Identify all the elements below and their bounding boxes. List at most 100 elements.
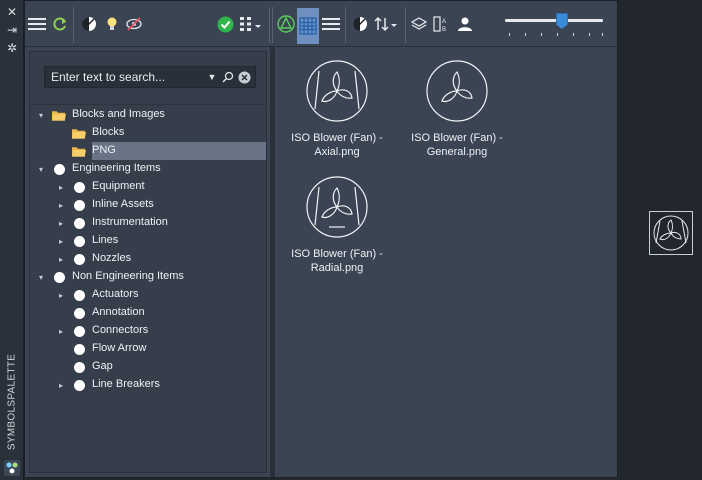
thumbnail-label-line1: ISO Blower (Fan) - [411, 132, 503, 144]
contrast-icon[interactable] [79, 13, 99, 35]
tree-item[interactable]: Annotation [30, 304, 266, 322]
tree-item[interactable]: ▾ Engineering Items [30, 160, 266, 178]
folder-icon [72, 144, 86, 158]
app-icon[interactable] [4, 460, 20, 476]
tree-item[interactable]: ▸ Equipment [30, 178, 266, 196]
tree-item[interactable]: Flow Arrow [30, 340, 266, 358]
node-dot-icon [72, 198, 86, 212]
tree-item-label: Lines [92, 234, 119, 246]
toolbar-separator [405, 7, 406, 43]
text-format-icon[interactable]: AB [432, 13, 452, 35]
bulb-icon[interactable] [102, 13, 122, 35]
tree-item[interactable]: ▾ Non Engineering Items [30, 268, 266, 286]
toolbar: AB [25, 1, 617, 47]
node-dot-icon [72, 378, 86, 392]
hide-eye-icon[interactable] [124, 13, 144, 35]
tree-item-label: Flow Arrow [92, 342, 147, 354]
symbol-thumbnail[interactable]: ISO Blower (Fan) - Radial.png [277, 175, 397, 275]
toolbar-separator [73, 7, 74, 43]
search-input[interactable] [51, 67, 201, 87]
settings-icon[interactable]: ✲ [4, 40, 20, 56]
node-dot-icon [72, 360, 86, 374]
left-rail: ✕ ⇥ ✲ SYMBOLSPALETTE [0, 0, 24, 480]
thumbnail-label-line2: General.png [426, 146, 488, 158]
slider-tick [589, 33, 590, 36]
palette-title: SYMBOLSPALETTE [6, 353, 18, 451]
thumbnail-label: ISO Blower (Fan) - General.png [397, 131, 517, 159]
tree-item[interactable]: ▸ Nozzles [30, 250, 266, 268]
layers-icon[interactable] [409, 13, 429, 35]
collapse-caret-icon[interactable]: ▸ [56, 250, 66, 268]
tree-filter-icon[interactable] [276, 13, 296, 35]
thumbnail-label-line1: ISO Blower (Fan) - [291, 132, 383, 144]
folder-icon [52, 108, 66, 122]
slider-tick [509, 33, 510, 36]
node-dot-icon [72, 342, 86, 356]
menu-icon[interactable] [27, 13, 47, 35]
thumbnail-label-line2: Radial.png [310, 262, 364, 274]
node-dot-icon [52, 270, 66, 284]
thumbnail-size-slider[interactable] [505, 13, 605, 37]
tree-item[interactable]: PNG [72, 142, 266, 160]
node-dot-icon [72, 234, 86, 248]
tree-item[interactable]: ▸ Lines [30, 232, 266, 250]
collapse-caret-icon[interactable]: ▸ [56, 196, 66, 214]
collapse-caret-icon[interactable]: ▸ [56, 376, 66, 394]
search-box: ▼ [44, 66, 256, 88]
tree-item[interactable]: Gap [30, 358, 266, 376]
collapse-icon[interactable]: ⇥ [4, 22, 20, 38]
grid-dropdown-icon[interactable] [238, 13, 264, 35]
list-view-icon[interactable] [321, 13, 341, 35]
thumbnail-label-line2: Axial.png [314, 146, 360, 158]
tree-item-label: Nozzles [92, 252, 132, 264]
tree-item-label: Annotation [92, 306, 145, 318]
tree-item[interactable]: ▸ Actuators [30, 286, 266, 304]
slider-tick [525, 33, 526, 36]
collapse-caret-icon[interactable]: ▸ [56, 232, 66, 250]
tree-item-label: Equipment [92, 180, 145, 192]
tree-item-label: Gap [92, 360, 113, 372]
check-icon[interactable] [215, 13, 235, 35]
tree-item[interactable]: ▸ Instrumentation [30, 214, 266, 232]
refresh-icon[interactable] [50, 13, 70, 35]
search-icon[interactable] [221, 70, 235, 84]
node-dot-icon [72, 288, 86, 302]
sort-icon[interactable] [373, 13, 399, 35]
slider-thumb[interactable] [555, 13, 568, 29]
tree-item-label: Inline Assets [92, 198, 154, 210]
user-icon[interactable] [455, 13, 475, 35]
symbol-thumbnail[interactable]: ISO Blower (Fan) - General.png [397, 59, 517, 159]
collapse-caret-icon[interactable]: ▸ [56, 286, 66, 304]
panel-splitter[interactable] [270, 47, 275, 477]
thumbnail-label-line1: ISO Blower (Fan) - [291, 248, 383, 260]
collapse-caret-icon[interactable]: ▸ [56, 214, 66, 232]
collapse-caret-icon[interactable]: ▸ [56, 322, 66, 340]
node-dot-icon [72, 306, 86, 320]
collapse-caret-icon[interactable]: ▸ [56, 178, 66, 196]
tree-item-label: Non Engineering Items [72, 270, 184, 282]
dropdown-arrow-icon[interactable]: ▼ [205, 70, 219, 84]
node-dot-icon [72, 252, 86, 266]
node-dot-icon [52, 162, 66, 176]
expand-caret-icon[interactable]: ▾ [36, 106, 46, 124]
fan-radial-icon [277, 175, 397, 239]
tree-item-label: Connectors [92, 324, 149, 336]
symbol-thumbnail[interactable]: ISO Blower (Fan) - Axial.png [277, 59, 397, 159]
close-icon[interactable]: ✕ [4, 4, 20, 20]
expand-caret-icon[interactable]: ▾ [36, 268, 46, 286]
tree-item[interactable]: Blocks [30, 124, 266, 142]
tree-item[interactable]: ▸ Line Breakers [30, 376, 266, 394]
symbol-palette-panel: AB ▼ ▾Blocks and [24, 0, 618, 478]
tree-item[interactable]: ▸ Inline Assets [30, 196, 266, 214]
tree-item[interactable]: ▸ Connectors [30, 322, 266, 340]
tree-item-label: Blocks and Images [72, 108, 165, 120]
thumbnail-view-icon[interactable] [297, 8, 319, 44]
tree-item[interactable]: ▾ Blocks and Images [30, 106, 266, 124]
clear-icon[interactable] [237, 70, 251, 84]
toolbar-separator [269, 7, 270, 43]
contrast-icon[interactable] [350, 13, 370, 35]
expand-caret-icon[interactable]: ▾ [36, 160, 46, 178]
slider-tick [573, 33, 574, 36]
drag-preview-fan-icon[interactable] [649, 211, 693, 255]
thumbnail-label: ISO Blower (Fan) - Axial.png [277, 131, 397, 159]
